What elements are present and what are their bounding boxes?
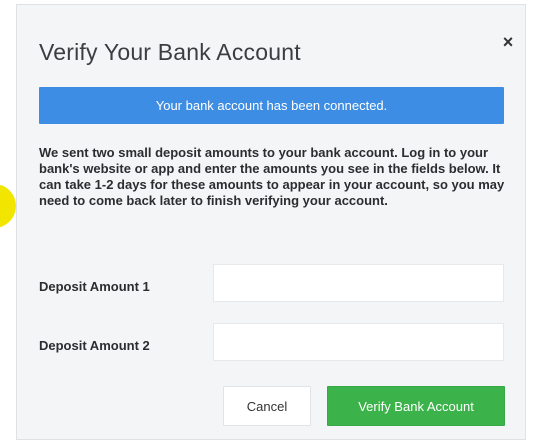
cancel-button[interactable]: Cancel [223, 386, 311, 426]
close-icon[interactable]: × [497, 31, 519, 53]
deposit-amount-2-input[interactable] [213, 323, 504, 361]
verify-bank-account-button[interactable]: Verify Bank Account [327, 386, 505, 426]
success-banner: Your bank account has been connected. [39, 87, 504, 124]
deposit-amount-1-label: Deposit Amount 1 [39, 279, 150, 294]
deposit-amount-2-label: Deposit Amount 2 [39, 338, 150, 353]
deposit-amount-1-input[interactable] [213, 264, 504, 302]
modal-title: Verify Your Bank Account [39, 39, 301, 65]
instructions-text: We sent two small deposit amounts to you… [39, 145, 505, 208]
verify-bank-account-modal: Verify Your Bank Account × Your bank acc… [16, 4, 526, 440]
